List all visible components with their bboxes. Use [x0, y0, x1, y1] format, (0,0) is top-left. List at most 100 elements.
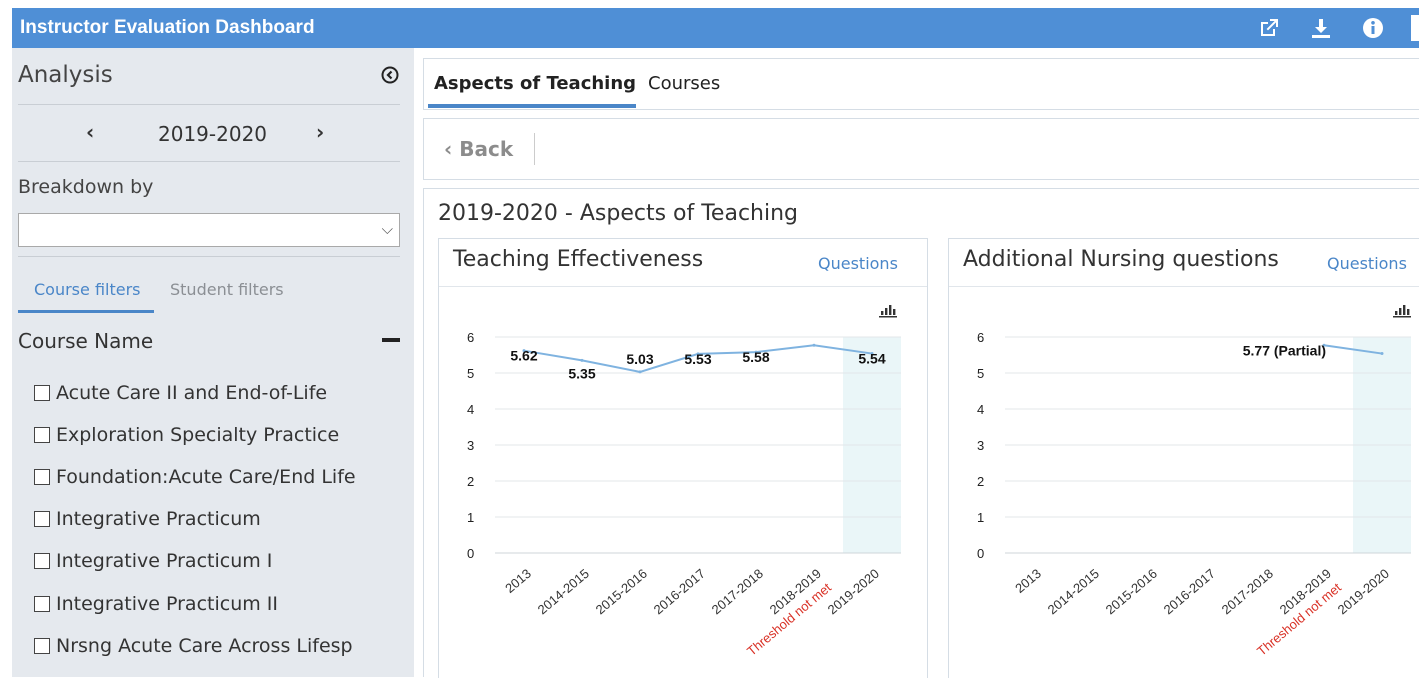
toolbar: ‹ Back — [423, 118, 1419, 180]
tab-courses[interactable]: Courses — [648, 73, 720, 94]
x-tick-label: 2014-2015 — [535, 566, 592, 617]
selected-year: 2019-2020 — [158, 122, 268, 146]
filter-tabs: Course filters Student filters — [18, 274, 400, 314]
questions-link[interactable]: Questions — [1327, 254, 1407, 273]
breakdown-select[interactable]: ⌵ — [18, 213, 400, 247]
questions-link[interactable]: Questions — [818, 254, 898, 273]
icon-bar — [1403, 305, 1406, 315]
card-title: Teaching Effectiveness — [453, 247, 704, 272]
content-panel: 2019-2020 - Aspects of Teaching Teaching… — [423, 188, 1419, 678]
active-tab-indicator — [18, 310, 154, 313]
icon-bar — [1399, 308, 1402, 315]
checkbox[interactable] — [34, 511, 50, 528]
chart-options-icon[interactable] — [879, 305, 897, 318]
collapse-sidebar-icon[interactable] — [380, 65, 400, 85]
chart-card-teaching-effectiveness: Teaching Effectiveness Questions 0 1 2 3 4 5 6… — [438, 238, 928, 678]
tab-course-filters[interactable]: Course filters — [34, 280, 141, 299]
checkbox[interactable] — [34, 385, 50, 402]
checkbox[interactable] — [34, 637, 50, 654]
icon-bar — [885, 308, 888, 315]
course-checkbox-item[interactable]: Acute Care II and End-of-Life — [34, 372, 356, 414]
data-point — [580, 358, 584, 362]
divider — [18, 161, 400, 162]
y-tick-label: 1 — [467, 510, 474, 525]
icon-base — [879, 316, 897, 318]
breakdown-label: Breakdown by — [18, 176, 154, 198]
back-label: Back — [459, 137, 514, 161]
checkbox[interactable] — [34, 553, 50, 570]
course-list: Acute Care II and End-of-Life Exploratio… — [34, 372, 356, 667]
divider — [18, 104, 400, 105]
course-label: Foundation:Acute Care/End Life — [56, 466, 356, 489]
y-tick-label: 6 — [977, 330, 984, 345]
y-tick-label: 2 — [467, 474, 474, 489]
download-icon[interactable] — [1307, 14, 1335, 42]
data-label: 5.03 — [626, 351, 653, 367]
course-label: Exploration Specialty Practice — [56, 424, 340, 447]
y-tick-label: 4 — [467, 402, 474, 417]
x-tick-label: 2016-2017 — [1161, 566, 1218, 617]
section-title: 2019-2020 - Aspects of Teaching — [438, 201, 799, 226]
y-tick-label: 1 — [977, 510, 984, 525]
icon-bar — [893, 309, 896, 315]
tab-student-filters[interactable]: Student filters — [170, 280, 284, 299]
x-tick-label: 2017-2018 — [1219, 566, 1276, 617]
more-icon[interactable] — [1411, 15, 1419, 41]
y-tick-label: 6 — [467, 330, 474, 345]
icon-base — [1393, 316, 1411, 318]
line-chart: 0 1 2 3 4 5 6 5.77 (Partial) 2013 2014-2015 2015-2… — [977, 305, 1411, 659]
course-label: Acute Care II and End-of-Life — [56, 382, 328, 405]
x-tick-label: 2013 — [502, 566, 534, 596]
course-checkbox-item[interactable]: Exploration Specialty Practice — [34, 414, 356, 456]
checkbox[interactable] — [34, 595, 50, 612]
previous-year-button[interactable]: ‹ — [86, 120, 94, 144]
analysis-sidebar: Analysis ‹ 2019-2020 › Breakdown by ⌵ Co… — [12, 48, 414, 677]
x-tick-label: 2017-2018 — [709, 566, 766, 617]
app-header: Instructor Evaluation Dashboard — [12, 8, 1419, 48]
main-tabs: Aspects of Teaching Courses — [423, 58, 1419, 110]
active-tab-indicator — [428, 104, 636, 108]
external-link-icon[interactable] — [1255, 14, 1283, 42]
data-label: 5.77 (Partial) — [1243, 342, 1326, 358]
next-year-button[interactable]: › — [316, 120, 324, 144]
info-icon[interactable] — [1359, 14, 1387, 42]
app-title: Instructor Evaluation Dashboard — [20, 17, 315, 38]
course-checkbox-item[interactable]: Integrative Practicum II — [34, 582, 356, 624]
header-actions — [1255, 8, 1419, 48]
y-tick-label: 4 — [977, 402, 984, 417]
data-label: 5.58 — [742, 349, 769, 365]
sidebar-heading: Analysis — [18, 62, 113, 88]
back-button[interactable]: ‹ Back — [444, 137, 513, 161]
data-label: 5.62 — [510, 348, 537, 364]
chart-options-icon[interactable] — [1393, 305, 1411, 318]
course-checkbox-item[interactable]: Nrsng Acute Care Across Lifesp — [34, 625, 356, 667]
x-tick-label: 2014-2015 — [1045, 566, 1102, 617]
y-tick-label: 5 — [977, 366, 984, 381]
course-name-heading: Course Name — [18, 329, 154, 353]
data-label: 5.35 — [568, 365, 595, 381]
collapse-minus-icon[interactable] — [382, 338, 400, 342]
x-tick-label: 2013 — [1012, 566, 1044, 596]
line-chart: 0 1 2 3 4 5 6 5.62 5.35 5.03 5.53 5.58 5.54 2013 2014-… — [467, 305, 901, 659]
y-tick-label: 0 — [977, 546, 984, 561]
divider — [18, 256, 400, 257]
data-label: 5.53 — [684, 351, 711, 367]
course-checkbox-item[interactable]: Integrative Practicum — [34, 498, 356, 540]
x-tick-label: 2015-2016 — [1103, 566, 1160, 617]
chevron-down-icon: ⌵ — [381, 220, 393, 238]
y-tick-label: 0 — [467, 546, 474, 561]
icon-bar — [1407, 309, 1410, 315]
course-checkbox-item[interactable]: Integrative Practicum I — [34, 540, 356, 582]
x-tick-label: 2016-2017 — [651, 566, 708, 617]
y-tick-label: 2 — [977, 474, 984, 489]
course-label: Nrsng Acute Care Across Lifesp — [56, 634, 353, 657]
course-checkbox-item[interactable]: Foundation:Acute Care/End Life — [34, 456, 356, 498]
checkbox[interactable] — [34, 427, 50, 444]
data-point — [638, 370, 642, 374]
checkbox[interactable] — [34, 469, 50, 486]
y-tick-label: 5 — [467, 366, 474, 381]
tab-aspects-of-teaching[interactable]: Aspects of Teaching — [434, 73, 636, 94]
course-label: Integrative Practicum — [56, 508, 261, 531]
course-label: Integrative Practicum I — [56, 550, 273, 573]
y-tick-label: 3 — [467, 438, 474, 453]
